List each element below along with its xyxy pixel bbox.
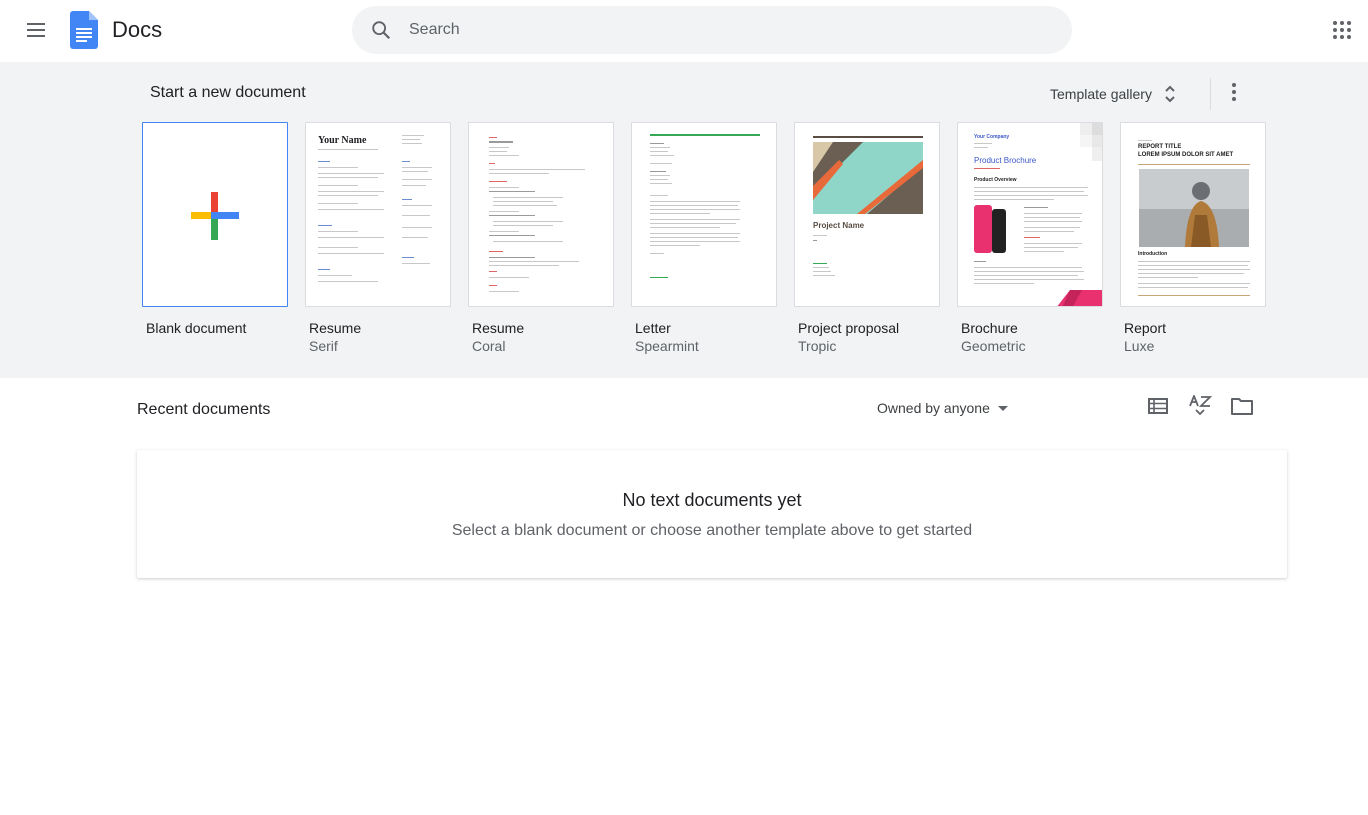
google-apps-button[interactable] [1322,10,1362,50]
owner-filter-dropdown[interactable]: Owned by anyone [877,398,1008,418]
preview-line-2: LOREM IPSUM DOLOR SIT AMET [1138,152,1234,158]
template-name: Resume [309,320,362,336]
template-thumbnail[interactable]: Your Name [305,122,451,307]
template-style: Serif [309,338,338,354]
template-name: Report [1124,320,1167,336]
open-file-picker-button[interactable] [1226,390,1258,422]
template-thumbnail[interactable] [631,122,777,307]
main-menu-button[interactable] [16,10,56,50]
empty-state-card: No text documents yet Select a blank doc… [137,450,1287,578]
template-gallery-label: Template gallery [1050,86,1152,102]
preview-section: Introduction [1138,251,1168,257]
app-name[interactable]: Docs [112,17,162,43]
preview-photo [1139,169,1249,247]
sort-az-icon [1189,395,1212,416]
preview-title: Your Name [318,135,367,146]
divider [1210,78,1211,110]
template-style: Luxe [1124,338,1155,354]
template-thumbnail[interactable]: REPORT TITLE LOREM IPSUM DOLOR SIT AMET … [1120,122,1266,307]
template-more-button[interactable] [1218,76,1250,108]
template-resume-coral[interactable]: Resume Coral [468,122,614,355]
template-blank-document[interactable]: Blank document [142,122,288,337]
owner-filter-label: Owned by anyone [877,400,990,416]
template-name: Letter [635,320,671,336]
preview-graphic [813,142,923,214]
template-style: Geometric [961,338,1026,354]
template-name: Resume [472,320,525,336]
unfold-icon [1164,84,1176,104]
template-brochure-geometric[interactable]: Your Company Product Brochure Product Ov… [957,122,1103,355]
preview-title: Product Brochure [974,156,1037,165]
template-thumbnail[interactable] [142,122,288,307]
folder-icon [1231,398,1253,415]
template-gallery-button[interactable]: Template gallery [1040,78,1186,110]
template-section-title: Start a new document [150,84,306,101]
template-name: Blank document [146,320,247,336]
template-name: Project proposal [798,320,900,336]
search-icon[interactable] [369,18,393,42]
template-style: Spearmint [635,338,699,354]
top-bar: Docs [0,0,1368,62]
preview-corner-graphic [1080,123,1102,161]
preview-line-1: REPORT TITLE [1138,144,1182,150]
template-report-luxe[interactable]: REPORT TITLE LOREM IPSUM DOLOR SIT AMET … [1120,122,1266,355]
template-resume-serif[interactable]: Your Name Resume Serif [305,122,451,355]
template-thumbnail[interactable]: Your Company Product Brochure Product Ov… [957,122,1103,307]
search-input[interactable] [409,21,1009,39]
preview-company: Your Company [974,134,1010,140]
template-style: Coral [472,338,506,354]
template-style: Tropic [798,338,837,354]
list-view-button[interactable] [1142,390,1174,422]
template-section: Start a new document Template gallery Bl… [0,62,1368,378]
docs-logo-icon[interactable] [70,11,98,54]
menu-icon [27,23,45,37]
template-thumbnail[interactable] [468,122,614,307]
preview-section: Product Overview [974,177,1017,183]
empty-state-subtitle: Select a blank document or choose anothe… [451,522,973,539]
plus-icon [191,192,239,240]
preview-footer-graphic [1057,290,1102,306]
template-thumbnail[interactable]: Project Name [794,122,940,307]
apps-grid-icon [1333,21,1351,39]
search-bar[interactable] [352,6,1072,54]
preview-title: Project Name [813,221,865,230]
dropdown-arrow-icon [997,405,1008,411]
template-letter-spearmint[interactable]: Letter Spearmint [631,122,777,355]
sort-button[interactable] [1184,390,1216,422]
more-vert-icon [1232,83,1236,101]
template-name: Brochure [961,320,1018,336]
template-project-proposal-tropic[interactable]: Project Name Project proposal Tropic [794,122,940,355]
list-view-icon [1148,398,1168,414]
recent-documents-title: Recent documents [137,401,271,418]
empty-state-title: No text documents yet [622,490,802,510]
